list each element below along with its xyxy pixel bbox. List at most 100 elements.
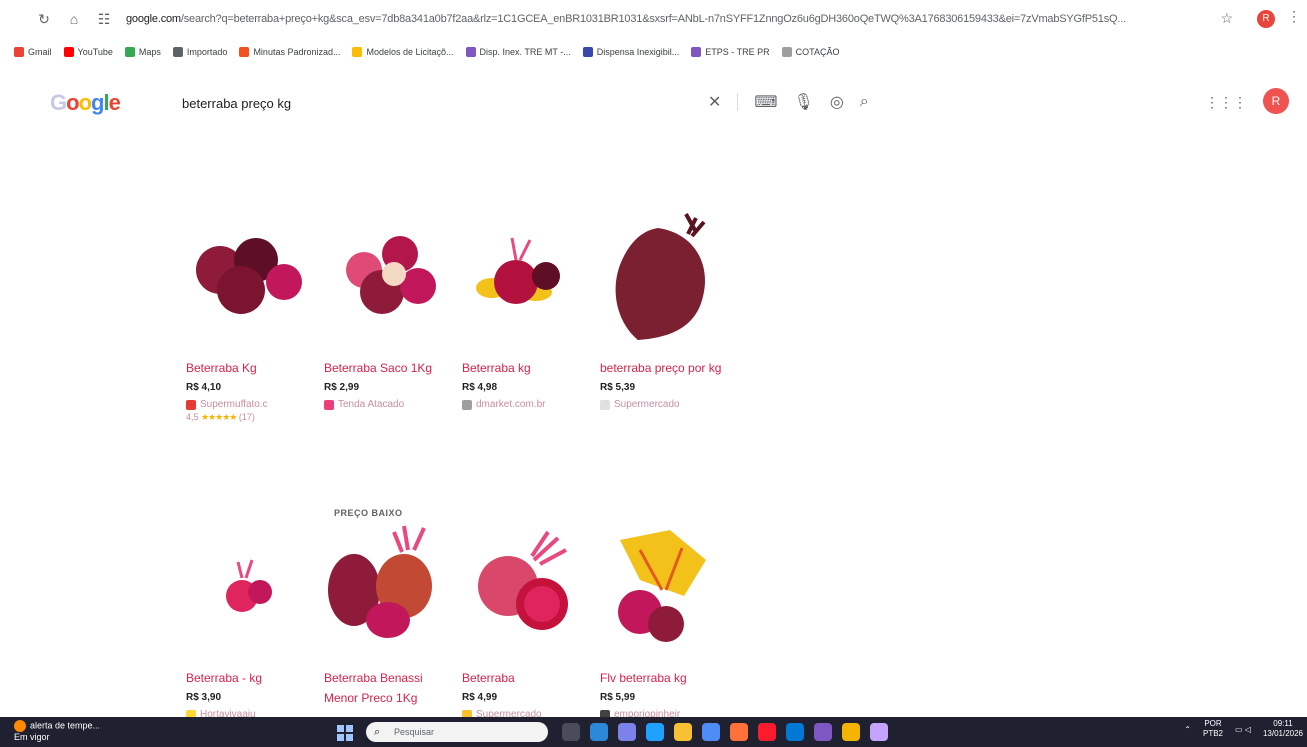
product-image-wrap[interactable]: [600, 210, 716, 340]
google-apps-icon[interactable]: ⋮⋮⋮: [1205, 94, 1247, 111]
keyboard-icon[interactable]: ⌨: [754, 92, 777, 112]
product-card[interactable]: Beterraba kg R$ 4,98 dmarket.com.br: [462, 210, 592, 410]
search-input[interactable]: beterraba preço kg: [182, 96, 291, 111]
product-title[interactable]: Beterraba: [462, 668, 592, 688]
clock-time: 09:11: [1273, 719, 1293, 728]
product-price: R$ 4,10: [186, 382, 222, 393]
search-icon[interactable]: ⌕: [860, 93, 869, 111]
bookmark-item[interactable]: ETPS - TRE PR: [691, 47, 770, 57]
seller-favicon-icon: [186, 399, 196, 410]
product-image-wrap[interactable]: PREÇO BAIXO: [324, 508, 440, 650]
lens-camera-icon[interactable]: ◎: [830, 92, 844, 112]
bookmark-label: Maps: [138, 47, 161, 57]
bookmark-label: ETPS - TRE PR: [705, 47, 770, 57]
bookmark-item[interactable]: Minutas Padronizad...: [239, 47, 340, 57]
product-price: R$ 4,99: [462, 692, 498, 703]
product-image-wrap[interactable]: [186, 520, 302, 650]
product-price: R$ 5,39: [600, 382, 636, 393]
browser-toolbar: ↻ ⌂ ☷ google.com/search?q=beterraba+preç…: [0, 0, 1307, 38]
site-info-icon[interactable]: ☷: [96, 11, 112, 28]
system-tray: ⌃ POR PTB2 ▭ ◁ 09:11 13/01/2026: [1184, 719, 1303, 739]
product-image[interactable]: [462, 520, 578, 650]
product-card[interactable]: Beterraba - kg R$ 3,90 Hortavivaaju: [186, 520, 316, 720]
product-title[interactable]: Beterraba kg: [462, 358, 592, 378]
product-image[interactable]: [600, 520, 716, 650]
product-title[interactable]: Beterraba - kg: [186, 668, 316, 688]
logo-letter: o: [66, 90, 79, 115]
clear-search-icon[interactable]: ✕: [708, 92, 721, 112]
pinned-apps: [562, 723, 888, 741]
weather-alert-widget[interactable]: alerta de tempe... Em vigor: [14, 720, 100, 743]
opera-icon[interactable]: [758, 723, 776, 741]
task-view-icon[interactable]: [562, 723, 580, 741]
product-title[interactable]: Flv beterraba kg: [600, 668, 730, 688]
product-seller[interactable]: Supermercado: [600, 399, 730, 410]
product-image-wrap[interactable]: [462, 520, 578, 650]
bookmark-favicon-icon: [352, 47, 363, 57]
product-title[interactable]: Beterraba Kg: [186, 358, 316, 378]
chrome-icon[interactable]: [842, 723, 860, 741]
product-image[interactable]: [324, 520, 440, 650]
product-image[interactable]: [186, 210, 302, 340]
address-bar[interactable]: google.com/search?q=beterraba+preço+kg&s…: [126, 13, 1186, 25]
product-image[interactable]: [186, 520, 302, 650]
taskbar-search-placeholder: Pesquisar: [394, 727, 435, 737]
bookmark-favicon-icon: [14, 47, 24, 57]
product-image-wrap[interactable]: [324, 210, 440, 340]
bookmark-item[interactable]: COTAÇÃO: [781, 47, 839, 57]
bookmark-item[interactable]: Importado: [172, 47, 228, 57]
bookmark-item[interactable]: Dispensa Inexigibil...: [582, 47, 679, 57]
product-seller[interactable]: Tenda Atacado: [324, 399, 454, 410]
taskbar-search-box[interactable]: ⌕ Pesquisar: [366, 722, 548, 742]
edge-icon[interactable]: [646, 723, 664, 741]
bookmark-item[interactable]: YouTube: [63, 47, 113, 57]
bookmark-label: Importado: [186, 47, 228, 57]
google-logo[interactable]: Google: [50, 90, 121, 116]
app-icon-1[interactable]: [590, 723, 608, 741]
bookmark-favicon-icon: [691, 47, 702, 57]
product-image[interactable]: [600, 210, 716, 340]
product-card[interactable]: Beterraba R$ 4,99 Supermercado: [462, 520, 592, 720]
teams-icon[interactable]: [618, 723, 636, 741]
seller-favicon-icon: [324, 399, 334, 410]
product-card[interactable]: PREÇO BAIXO Beterraba Benassi Menor Preco…: [324, 508, 454, 708]
bookmark-item[interactable]: Disp. Inex. TRE MT -...: [465, 47, 571, 57]
product-title[interactable]: beterraba preço por kg: [600, 358, 730, 378]
product-image[interactable]: [462, 210, 578, 340]
product-image-wrap[interactable]: [600, 520, 716, 650]
product-card[interactable]: Beterraba Kg R$ 4,10 Supermuffato.c 4,5 ★★★…: [186, 210, 316, 423]
product-image[interactable]: [324, 210, 440, 340]
home-icon[interactable]: ⌂: [66, 11, 82, 27]
reload-icon[interactable]: ↻: [36, 11, 52, 28]
keyboard-layout: PTB2: [1203, 729, 1224, 738]
bookmark-item[interactable]: Gmail: [14, 47, 52, 57]
product-title[interactable]: Beterraba Benassi Menor Preco 1Kg: [324, 668, 454, 708]
bookmark-item[interactable]: Modelos de Licitaçõ...: [352, 47, 454, 57]
store-icon[interactable]: [702, 723, 720, 741]
product-card[interactable]: Beterraba Saco 1Kg R$ 2,99 Tenda Atacado: [324, 210, 454, 410]
product-seller[interactable]: dmarket.com.br: [462, 399, 592, 410]
app-icon-3[interactable]: [814, 723, 832, 741]
product-card[interactable]: beterraba preço por kg R$ 5,39 Supermercad…: [600, 210, 730, 410]
app-icon-2[interactable]: [786, 723, 804, 741]
input-language[interactable]: POR PTB2: [1203, 719, 1223, 739]
clock[interactable]: 09:11 13/01/2026: [1263, 719, 1303, 739]
file-explorer-icon[interactable]: [674, 723, 692, 741]
windows-start-icon[interactable]: [337, 725, 353, 741]
browser-menu-icon[interactable]: ⋮: [1287, 8, 1301, 25]
product-card[interactable]: Flv beterraba kg R$ 5,99 emporiopinheir: [600, 520, 730, 720]
product-image-wrap[interactable]: [462, 210, 578, 340]
firefox-icon[interactable]: [730, 723, 748, 741]
product-title[interactable]: Beterraba Saco 1Kg: [324, 358, 454, 378]
bookmark-item[interactable]: Maps: [124, 47, 161, 57]
microphone-icon[interactable]: 🎙: [794, 92, 814, 112]
bookmark-star-icon[interactable]: ☆: [1220, 10, 1233, 27]
google-account-avatar[interactable]: R: [1263, 88, 1289, 114]
tray-chevron-icon[interactable]: ⌃: [1184, 725, 1191, 734]
network-volume-icon[interactable]: ▭ ◁: [1235, 725, 1251, 734]
product-seller[interactable]: Supermuffato.c: [186, 399, 316, 410]
product-image-wrap[interactable]: [186, 210, 302, 340]
browser-profile-avatar[interactable]: R: [1257, 10, 1275, 28]
product-price: R$ 3,90: [186, 692, 222, 703]
app-icon-4[interactable]: [870, 723, 888, 741]
